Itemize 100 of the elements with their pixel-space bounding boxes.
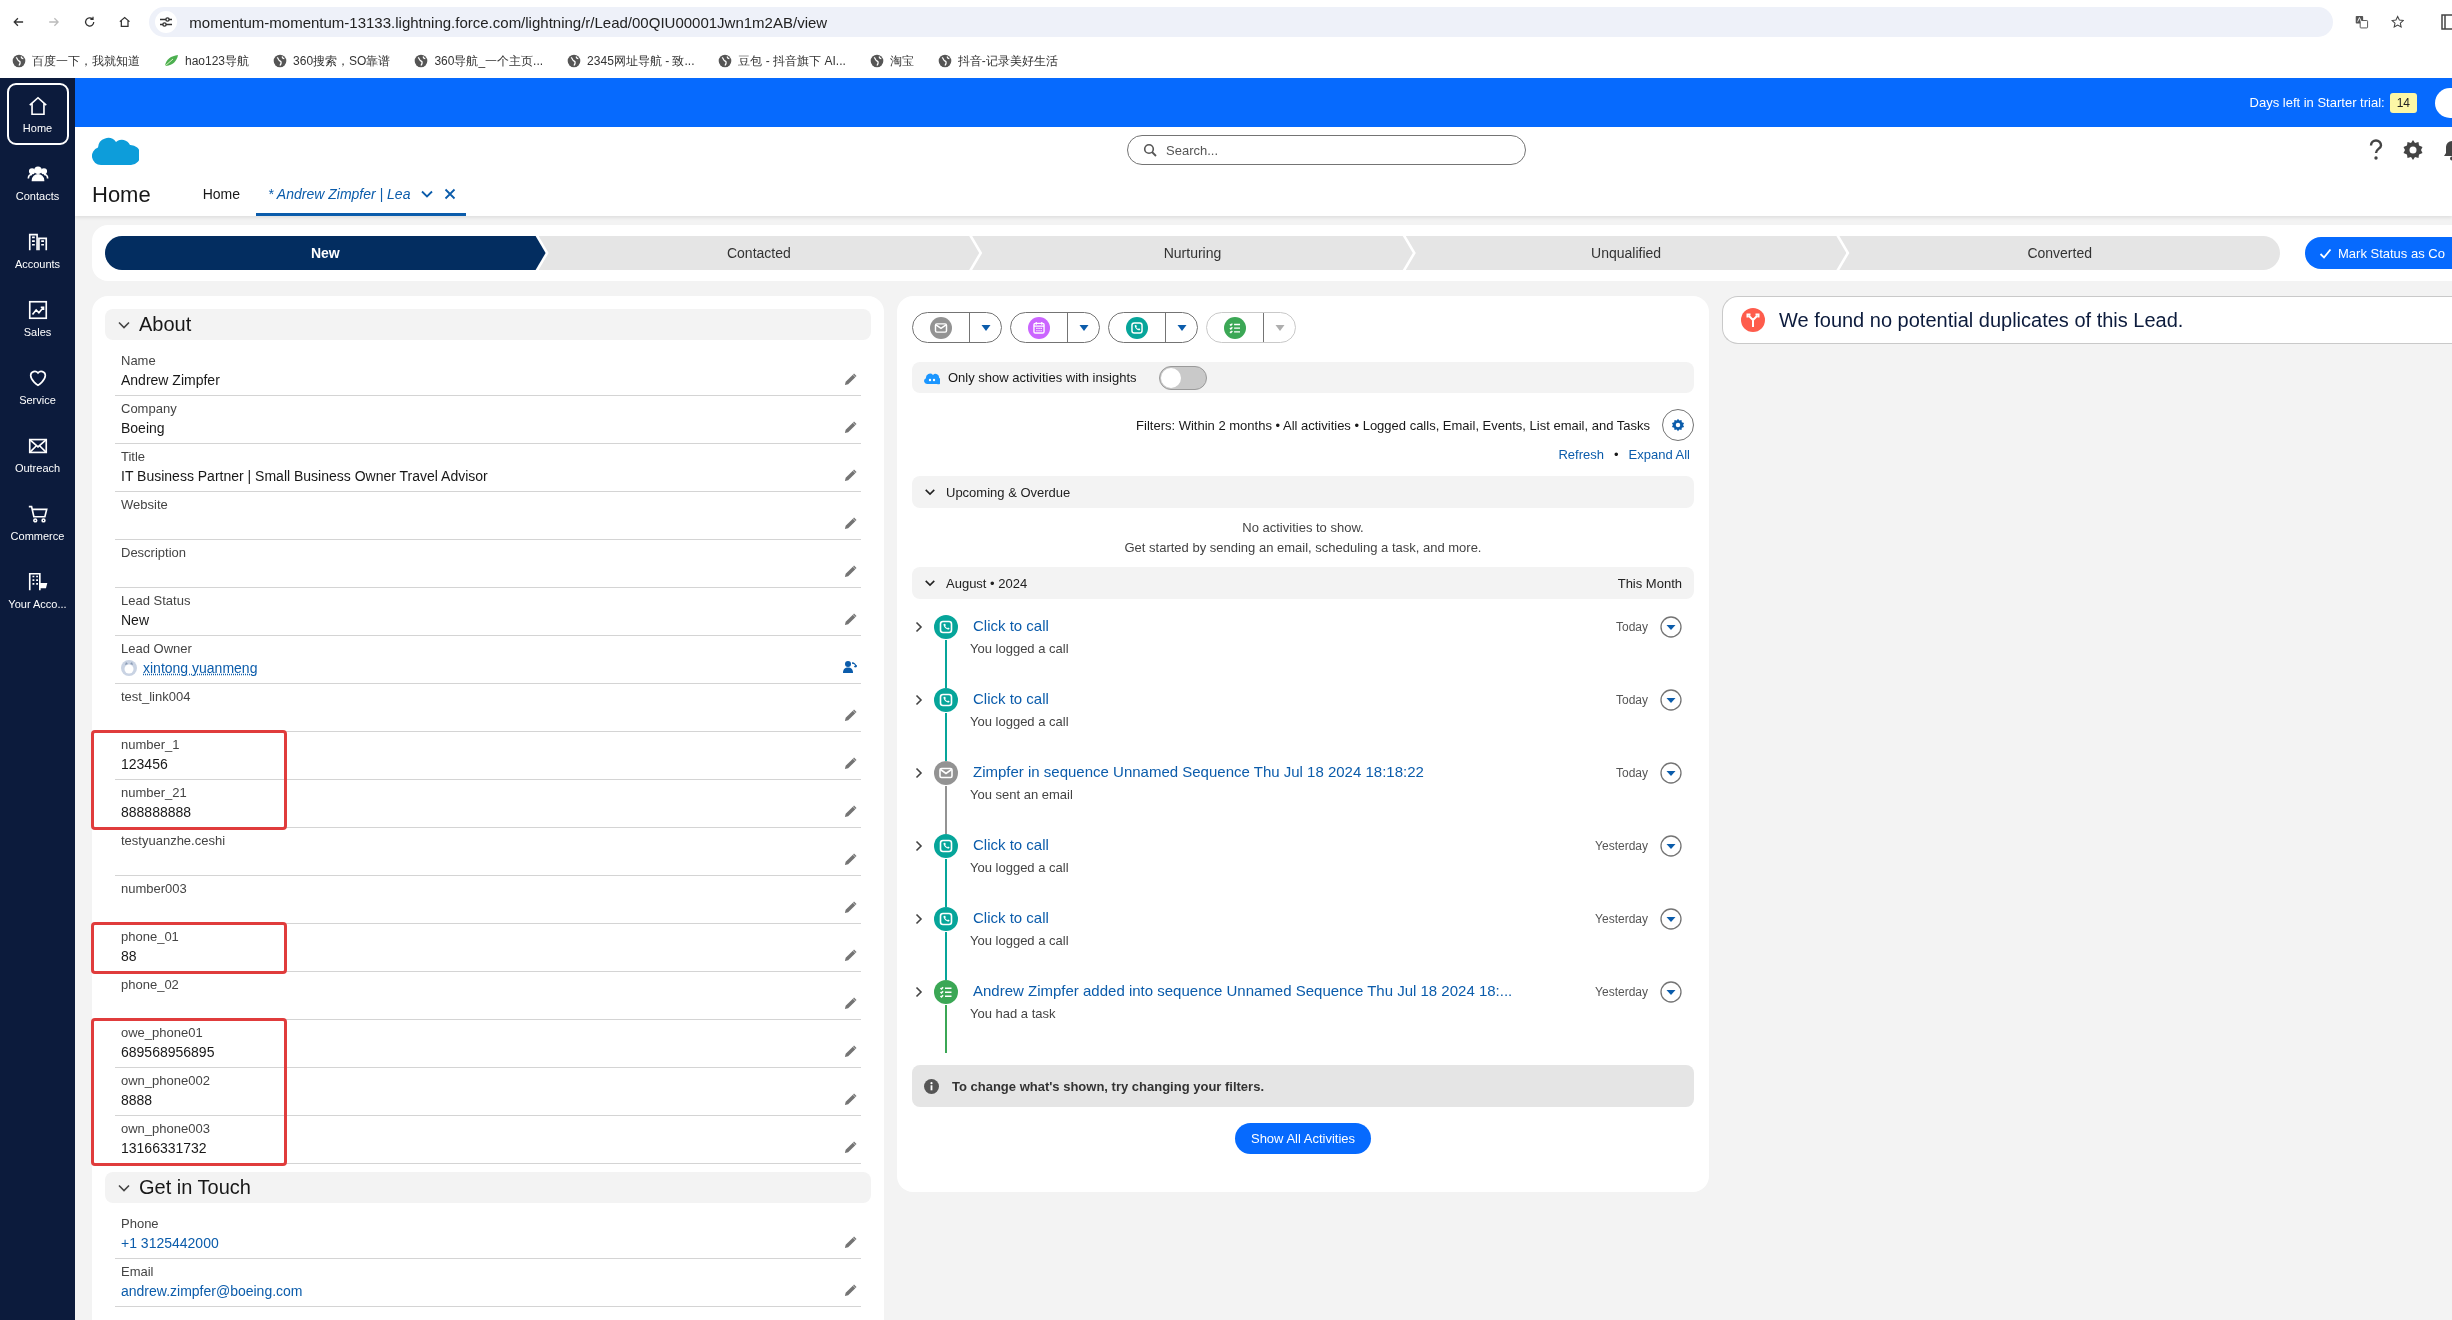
pencil-icon[interactable] — [844, 1236, 857, 1249]
caret-icon[interactable] — [1077, 322, 1090, 333]
activity-title[interactable]: Click to call — [970, 909, 1596, 926]
pencil-icon[interactable] — [844, 1045, 857, 1058]
activity-title[interactable]: Click to call — [970, 690, 1616, 707]
nav-item[interactable]: Contacts — [6, 151, 69, 213]
address-bar[interactable]: momentum-momentum-13133.lightning.force.com/lightning/r/Lead/00QIU00001Jwn1m2AB/view — [149, 7, 2334, 37]
filter-settings-button[interactable] — [1662, 409, 1694, 441]
site-info-icon[interactable] — [155, 11, 178, 33]
caret-icon[interactable] — [1175, 322, 1188, 333]
month-header[interactable]: August • 2024 — [924, 575, 1028, 591]
section-header[interactable]: About — [105, 309, 871, 340]
help-icon[interactable] — [2368, 139, 2384, 161]
translate-icon[interactable] — [2355, 13, 2369, 31]
activity-link[interactable]: Expand All — [1628, 447, 1690, 462]
timeline-line — [945, 786, 947, 834]
chevron-icon[interactable] — [914, 913, 924, 925]
bookmark[interactable]: 淘宝 — [869, 52, 914, 70]
chevron-icon[interactable] — [914, 986, 924, 998]
section-header[interactable]: Upcoming & Overdue — [912, 476, 1694, 508]
field-label: phone_02 — [121, 976, 180, 994]
nav-item[interactable]: Commerce — [6, 491, 69, 553]
pencil-icon[interactable] — [844, 1141, 857, 1154]
dropdown-icon[interactable] — [1660, 835, 1682, 857]
section-header[interactable]: Get in Touch — [105, 1172, 871, 1203]
empty-message: No activities to show. — [1242, 520, 1364, 535]
pencil-icon[interactable] — [844, 613, 857, 626]
dropdown-icon[interactable] — [1660, 762, 1682, 784]
path-step[interactable]: Nurturing — [972, 236, 1413, 270]
tab[interactable]: Home — [190, 175, 253, 216]
path-step[interactable]: Unqualified — [1405, 236, 1847, 270]
dropdown-icon[interactable] — [1660, 981, 1682, 1003]
bookmark[interactable]: hao123导航 — [164, 52, 250, 70]
nav-item[interactable]: Service — [6, 355, 69, 417]
trial-label: Days left in Starter trial: — [2249, 95, 2385, 110]
pencil-icon[interactable] — [844, 565, 857, 578]
activity-date: Today — [1615, 766, 1648, 780]
field-label: testyuanzhe.ceshi — [121, 832, 227, 850]
home-icon — [26, 94, 49, 117]
panel-icon[interactable] — [2439, 13, 2452, 31]
pencil-icon[interactable] — [844, 1093, 857, 1106]
field-link[interactable]: +1 3125442000 — [121, 1233, 219, 1253]
caret-icon[interactable] — [979, 322, 992, 333]
field-value: 123456 — [121, 755, 168, 774]
pencil-icon[interactable] — [844, 757, 857, 770]
path-step[interactable]: Contacted — [538, 236, 980, 270]
owner-link[interactable]: xintong yuanmeng — [143, 658, 258, 678]
nav-label: Outreach — [14, 461, 61, 474]
bookmark[interactable]: 豆包 - 抖音旗下 AI... — [718, 52, 846, 70]
field-value: Boeing — [121, 419, 165, 438]
nav-label: Commerce — [10, 529, 65, 542]
timeline-line — [945, 859, 947, 907]
chevron-icon[interactable] — [914, 694, 924, 706]
path-step[interactable]: New — [105, 236, 546, 270]
bookmark[interactable]: 360导航_一个主页... — [414, 52, 544, 70]
star-icon[interactable] — [2390, 13, 2404, 31]
bookmark[interactable]: 抖音-记录美好生活 — [937, 52, 1058, 70]
pencil-icon[interactable] — [844, 421, 857, 434]
search-field[interactable]: Search... — [1127, 135, 1526, 165]
field-link[interactable]: andrew.zimpfer@boeing.com — [121, 1281, 303, 1301]
field-label: Email — [121, 1263, 155, 1281]
tab[interactable]: * Andrew Zimpfer | Lea — [256, 175, 467, 216]
chevron-icon[interactable] — [914, 767, 924, 779]
dropdown-icon[interactable] — [1660, 689, 1682, 711]
search-icon — [1143, 143, 1157, 157]
pencil-icon[interactable] — [844, 997, 857, 1010]
bookmark[interactable]: 360搜索，SO靠谱 — [273, 52, 391, 70]
pencil-icon[interactable] — [844, 805, 857, 818]
nav-item[interactable]: Home — [6, 83, 69, 145]
pencil-icon[interactable] — [844, 517, 857, 530]
bookmark[interactable]: 百度一下，我就知道 — [12, 52, 140, 70]
field-label: number_1 — [121, 736, 181, 754]
settings-icon[interactable] — [2402, 139, 2424, 161]
dropdown-icon[interactable] — [1660, 616, 1682, 638]
nav-item[interactable]: Outreach — [6, 423, 69, 485]
nav-item[interactable]: Accounts — [6, 219, 69, 281]
activity-link[interactable]: Refresh — [1558, 447, 1604, 462]
activity-title[interactable]: Click to call — [970, 836, 1596, 853]
nav-item[interactable]: Sales — [6, 287, 69, 349]
show-all-button[interactable]: Show All Activities — [1234, 1123, 1371, 1154]
nav-item[interactable]: Your Acco... — [6, 559, 69, 621]
path-step[interactable]: Converted — [1839, 236, 2280, 270]
chevron-icon[interactable] — [914, 840, 924, 852]
pencil-icon[interactable] — [844, 901, 857, 914]
dropdown-icon[interactable] — [1660, 908, 1682, 930]
close-icon[interactable] — [444, 188, 457, 200]
pencil-icon[interactable] — [844, 949, 857, 962]
activity-title[interactable]: Andrew Zimpfer added into sequence Unnamed Sequence Thu Jul 18 2024 18:... — [970, 982, 1596, 999]
mark-status-button[interactable]: Mark Status as Co — [2305, 237, 2452, 269]
pencil-icon[interactable] — [844, 1284, 857, 1297]
pencil-icon[interactable] — [844, 469, 857, 482]
activity-title[interactable]: Zimpfer in sequence Unnamed Sequence Thu Jul 18 2024 18:18:22 — [970, 763, 1616, 780]
insights-toggle[interactable] — [1158, 365, 1207, 390]
pencil-icon[interactable] — [844, 853, 857, 866]
pencil-icon[interactable] — [844, 373, 857, 386]
person-icon[interactable] — [843, 660, 857, 674]
pencil-icon[interactable] — [844, 709, 857, 722]
activity-title[interactable]: Click to call — [970, 617, 1616, 634]
bookmark[interactable]: 2345网址导航 - 致... — [567, 52, 695, 70]
chevron-icon[interactable] — [914, 621, 924, 633]
